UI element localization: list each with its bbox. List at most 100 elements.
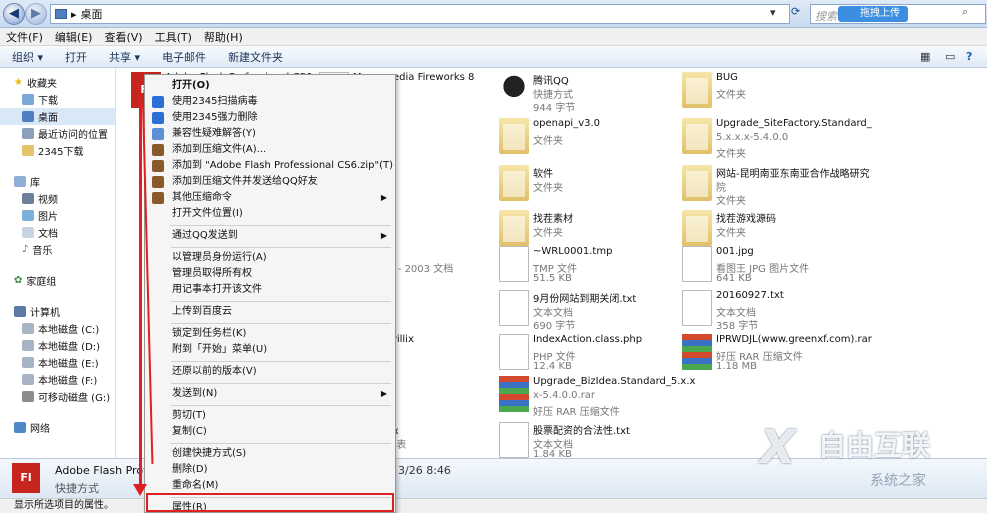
file-meta: x-5.4.0.0.rar — [533, 390, 596, 401]
nav-documents[interactable]: 文档 — [0, 224, 115, 241]
file-item[interactable]: IndexAction.class.php PHP 文件 12.4 KB — [497, 332, 687, 376]
upload-button[interactable]: 拖拽上传 — [838, 6, 908, 22]
nav-library[interactable]: 库 — [0, 173, 115, 190]
file-item[interactable]: IPRWDJL(www.greenxf.com).rar 好压 RAR 压缩文件 1… — [680, 332, 872, 376]
context-menu-item[interactable]: 添加到压缩文件(A)... — [147, 142, 393, 158]
file-meta: 358 字节 — [716, 321, 759, 332]
document-icon — [499, 290, 529, 326]
file-item[interactable]: BUG 文件夹 — [680, 70, 870, 114]
file-meta: 944 字节 — [533, 103, 576, 114]
context-menu-item[interactable]: 用记事本打开该文件 — [147, 282, 393, 298]
file-meta: 文件夹 — [716, 149, 746, 160]
context-menu-item[interactable]: 以管理员身份运行(A) — [147, 250, 393, 266]
file-name: 20160927.txt — [716, 290, 784, 301]
path-box[interactable]: ▸ 桌面 — [50, 4, 790, 24]
nav-network[interactable]: 网络 — [0, 419, 115, 436]
context-menu-item[interactable]: 兼容性疑难解答(Y) — [147, 126, 393, 142]
nav-2345-downloads[interactable]: 2345下载 — [0, 142, 115, 159]
file-item[interactable]: 腾讯QQ 快捷方式 944 字节 — [497, 70, 687, 114]
context-menu-label: 锁定到任务栏(K) — [172, 328, 247, 339]
context-menu-label: 附到「开始」菜单(U) — [172, 344, 268, 355]
context-menu-item[interactable]: 还原以前的版本(V) — [147, 364, 393, 380]
organize-button[interactable]: 组织 ▾ — [12, 49, 43, 65]
nav-music[interactable]: ♪ 音乐 — [0, 241, 115, 258]
file-item[interactable]: 20160927.txt 文本文档 358 字节 — [680, 288, 870, 332]
context-menu-item[interactable]: 打开(O) — [147, 78, 393, 94]
refresh-icon[interactable]: ⟳ — [791, 5, 800, 18]
share-button[interactable]: 共享 ▾ — [109, 49, 140, 65]
context-menu-item[interactable]: 添加到压缩文件并发送给QQ好友 — [147, 174, 393, 190]
file-item[interactable]: Upgrade_SiteFactory.Standard_ 5.x.x.x-5.4… — [680, 116, 872, 160]
folder-icon — [682, 210, 712, 246]
menu-item-icon — [152, 192, 164, 204]
menu-tools[interactable]: 工具(T) — [155, 29, 192, 45]
context-menu-item[interactable]: 上传到百度云 — [147, 304, 393, 320]
context-menu-label: 删除(D) — [172, 464, 208, 475]
file-item[interactable]: ~WRL0001.tmp TMP 文件 51.5 KB — [497, 244, 687, 288]
star-icon: ★ — [14, 77, 23, 88]
context-menu-item[interactable]: 锁定到任务栏(K) — [147, 326, 393, 342]
folder-icon — [682, 165, 712, 201]
file-item[interactable]: 网站-昆明南亚东南亚合作战略研究院文件夹 — [680, 163, 870, 207]
search-icon[interactable]: ⌕ — [962, 5, 968, 19]
context-menu-item[interactable]: 附到「开始」菜单(U) — [147, 342, 393, 358]
file-item[interactable]: Upgrade_BizIdea.Standard_5.x.x x-5.4.0.0.… — [497, 374, 695, 418]
nav-drive-c[interactable]: 本地磁盘 (C:) — [0, 320, 115, 337]
folder-icon — [499, 210, 529, 246]
email-button[interactable]: 电子邮件 — [162, 49, 206, 65]
pictures-icon — [22, 210, 34, 221]
watermark-brand: 自由互联 — [818, 429, 931, 462]
context-menu-item[interactable]: 打开文件位置(I) — [147, 206, 393, 222]
annotation-highlight-box — [146, 493, 394, 512]
nav-desktop[interactable]: 桌面 — [0, 108, 115, 125]
nav-homegroup[interactable]: ✿ 家庭组 — [0, 272, 115, 289]
menu-view[interactable]: 查看(V) — [104, 29, 142, 45]
context-menu-item[interactable]: 创建快捷方式(S) — [147, 446, 393, 462]
nav-drive-d[interactable]: 本地磁盘 (D:) — [0, 337, 115, 354]
context-menu-item[interactable]: 使用2345强力删除 — [147, 110, 393, 126]
menu-bar: 文件(F) 编辑(E) 查看(V) 工具(T) 帮助(H) — [0, 28, 987, 46]
nav-drive-f[interactable]: 本地磁盘 (F:) — [0, 371, 115, 388]
nav-pictures[interactable]: 图片 — [0, 207, 115, 224]
nav-drive-e[interactable]: 本地磁盘 (E:) — [0, 354, 115, 371]
nav-favorites[interactable]: ★ 收藏夹 — [0, 74, 115, 91]
context-menu-item[interactable]: 管理员取得所有权 — [147, 266, 393, 282]
nav-computer[interactable]: 计算机 — [0, 303, 115, 320]
nav-downloads[interactable]: 下载 — [0, 91, 115, 108]
desktop-icon — [55, 9, 67, 19]
downloads-icon — [22, 94, 34, 105]
drive-icon — [22, 340, 34, 351]
nav-videos[interactable]: 视频 — [0, 190, 115, 207]
context-menu-item[interactable]: 重命名(M) — [147, 478, 393, 494]
preview-pane-icon[interactable]: ▭ — [945, 50, 955, 63]
context-menu-item[interactable]: 添加到 "Adobe Flash Professional CS6.zip"(T… — [147, 158, 393, 174]
new-folder-button[interactable]: 新建文件夹 — [228, 49, 283, 65]
nav-drive-g[interactable]: 可移动磁盘 (G:) — [0, 388, 115, 405]
file-item[interactable]: 软件 文件夹 — [497, 163, 687, 207]
menu-file[interactable]: 文件(F) — [6, 29, 43, 45]
view-options-icon[interactable]: ▦ — [920, 50, 930, 63]
file-item[interactable]: 9月份网站到期关闭.txt 文本文档 690 字节 — [497, 288, 687, 332]
context-menu-item[interactable]: 复制(C) — [147, 424, 393, 440]
music-icon: ♪ — [22, 244, 29, 255]
file-name: 找茬素材 — [533, 214, 573, 225]
context-menu-item[interactable]: 发送到(N) ▶ — [147, 386, 393, 402]
context-menu-item[interactable]: 通过QQ发送到 ▶ — [147, 228, 393, 244]
context-menu-item[interactable]: 删除(D) — [147, 462, 393, 478]
file-item[interactable]: openapi_v3.0 文件夹 — [497, 116, 687, 160]
back-button[interactable]: ◀ — [3, 3, 25, 25]
open-button[interactable]: 打开 — [65, 49, 87, 65]
context-menu-item[interactable]: 其他压缩命令 ▶ — [147, 190, 393, 206]
menu-separator — [171, 443, 391, 444]
file-meta: 641 KB — [716, 273, 752, 284]
nav-recent[interactable]: 最近访问的位置 — [0, 125, 115, 142]
menu-edit[interactable]: 编辑(E) — [55, 29, 93, 45]
file-item[interactable]: 001.jpg 看图王 JPG 图片文件 641 KB — [680, 244, 870, 288]
forward-button[interactable]: ▶ — [25, 3, 47, 25]
context-menu-item[interactable]: 使用2345扫描病毒 — [147, 94, 393, 110]
path-dropdown-icon[interactable]: ▾ — [770, 6, 776, 19]
context-menu-item[interactable]: 剪切(T) — [147, 408, 393, 424]
help-icon[interactable]: ? — [966, 50, 972, 63]
document-icon — [499, 246, 529, 282]
menu-help[interactable]: 帮助(H) — [204, 29, 243, 45]
